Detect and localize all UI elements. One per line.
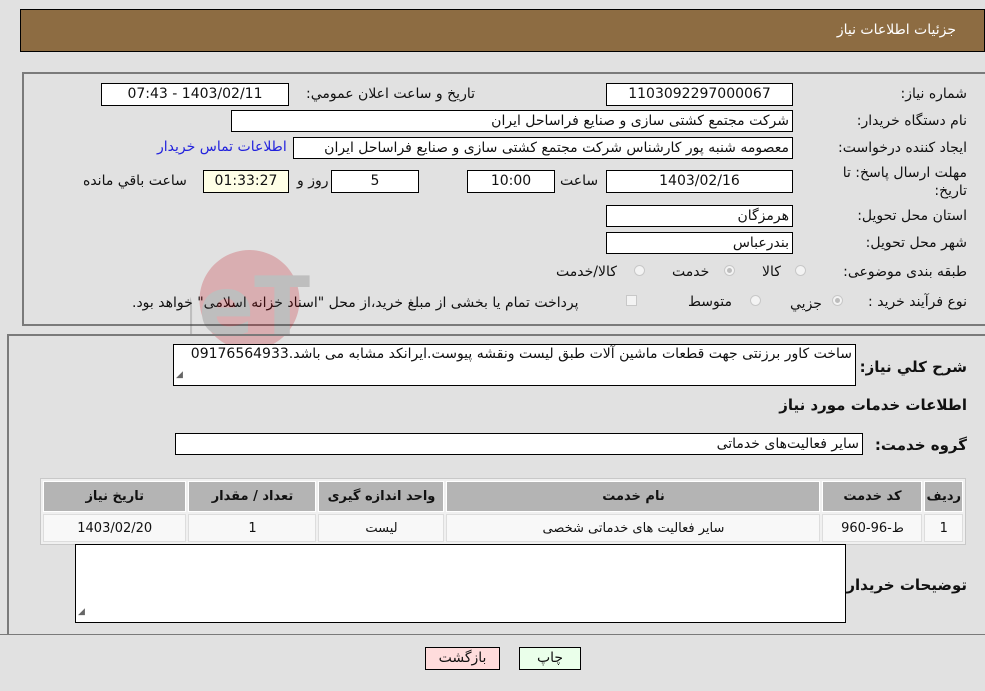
cell-service-code: ط-96-960 — [822, 514, 923, 542]
category-radio-goods[interactable] — [795, 265, 806, 276]
time-label: ساعت — [560, 173, 599, 189]
province-label: استان محل تحويل: — [857, 208, 967, 224]
cell-need-date: 1403/02/20 — [43, 514, 187, 542]
table-header-row: رديف کد خدمت نام خدمت واحد اندازه گيری ت… — [43, 481, 963, 512]
category-option-service: خدمت — [672, 264, 710, 280]
province-field[interactable]: هرمزگان — [606, 205, 793, 227]
process-label: نوع فرآيند خريد : — [868, 294, 967, 310]
days-label: روز و — [297, 173, 329, 189]
description-textarea[interactable]: ساخت کاور برزنتی جهت قطعات ماشین آلات طب… — [173, 344, 856, 386]
cell-row-number: 1 — [924, 514, 963, 542]
cell-quantity: 1 — [188, 514, 317, 542]
process-radio-medium[interactable] — [750, 295, 761, 306]
description-label: شرح کلي نياز: — [859, 358, 967, 376]
process-option-minor: جزيي — [790, 296, 822, 312]
buyer-notes-textarea[interactable]: ◢ — [75, 544, 846, 623]
buyer-contact-link[interactable]: اطلاعات تماس خريدار — [157, 139, 287, 155]
cell-service-name: سایر فعالیت های خدماتی شخصی — [446, 514, 821, 542]
deadline-label: مهلت ارسال پاسخ: تا تاريخ: — [842, 165, 967, 199]
back-button[interactable]: بازگشت — [425, 647, 500, 670]
buyer-org-field[interactable]: شرکت مجتمع کشتی سازی و صنایع فراساحل ایر… — [231, 110, 793, 132]
col-unit: واحد اندازه گيری — [318, 481, 445, 512]
process-option-medium: متوسط — [688, 294, 732, 310]
announce-date-label: تاريخ و ساعت اعلان عمومي: — [306, 86, 475, 102]
treasury-payment-note: پرداخت تمام يا بخشی از مبلغ خريد،از محل … — [132, 295, 579, 311]
col-service-name: نام خدمت — [446, 481, 821, 512]
resize-grip-icon[interactable]: ◢ — [176, 367, 183, 384]
category-radio-service[interactable] — [724, 265, 735, 276]
deadline-date-field[interactable]: 1403/02/16 — [606, 170, 793, 193]
cell-unit: لیست — [318, 514, 445, 542]
service-group-field[interactable]: سایر فعالیت‌های خدماتی — [175, 433, 863, 455]
buyer-org-label: نام دستگاه خريدار: — [856, 113, 967, 129]
col-quantity: تعداد / مقدار — [188, 481, 317, 512]
service-group-label: گروه خدمت: — [874, 436, 967, 454]
buyer-notes-label: توضيحات خريدار: — [840, 576, 967, 594]
col-need-date: تاريخ نياز — [43, 481, 187, 512]
need-number-field[interactable]: 1103092297000067 — [606, 83, 793, 106]
creator-label: ايجاد کننده درخواست: — [838, 140, 967, 156]
table-row: 1 ط-96-960 سایر فعالیت های خدماتی شخصی ل… — [43, 514, 963, 542]
description-text: ساخت کاور برزنتی جهت قطعات ماشین آلات طب… — [190, 346, 852, 362]
page-title: جزئيات اطلاعات نياز — [836, 22, 956, 38]
print-button[interactable]: چاپ — [519, 647, 581, 670]
divider — [0, 634, 985, 635]
page-header: جزئيات اطلاعات نياز — [20, 9, 985, 52]
city-label: شهر محل تحويل: — [865, 235, 967, 251]
remaining-label: ساعت باقي مانده — [83, 173, 187, 189]
remaining-time-field: 01:33:27 — [203, 170, 289, 193]
process-radio-minor[interactable] — [832, 295, 843, 306]
category-option-goods: کالا — [762, 264, 781, 280]
col-service-code: کد خدمت — [822, 481, 923, 512]
treasury-payment-checkbox[interactable] — [626, 295, 637, 306]
days-field[interactable]: 5 — [331, 170, 419, 193]
resize-grip-icon[interactable]: ◢ — [78, 604, 85, 621]
category-option-goods-service: کالا/خدمت — [556, 264, 617, 280]
services-section-title: اطلاعات خدمات مورد نياز — [779, 396, 967, 414]
announce-date-field[interactable]: 1403/02/11 - 07:43 — [101, 83, 289, 106]
creator-field[interactable]: معصومه شنبه پور کارشناس شرکت مجتمع کشتی … — [293, 137, 793, 159]
col-row-number: رديف — [924, 481, 963, 512]
city-field[interactable]: بندرعباس — [606, 232, 793, 254]
category-label: طبقه بندی موضوعی: — [843, 264, 967, 280]
need-number-label: شماره نیاز: — [900, 86, 968, 102]
deadline-time-field[interactable]: 10:00 — [467, 170, 555, 193]
services-table: رديف کد خدمت نام خدمت واحد اندازه گيری ت… — [40, 478, 966, 545]
category-radio-goods-service[interactable] — [634, 265, 645, 276]
